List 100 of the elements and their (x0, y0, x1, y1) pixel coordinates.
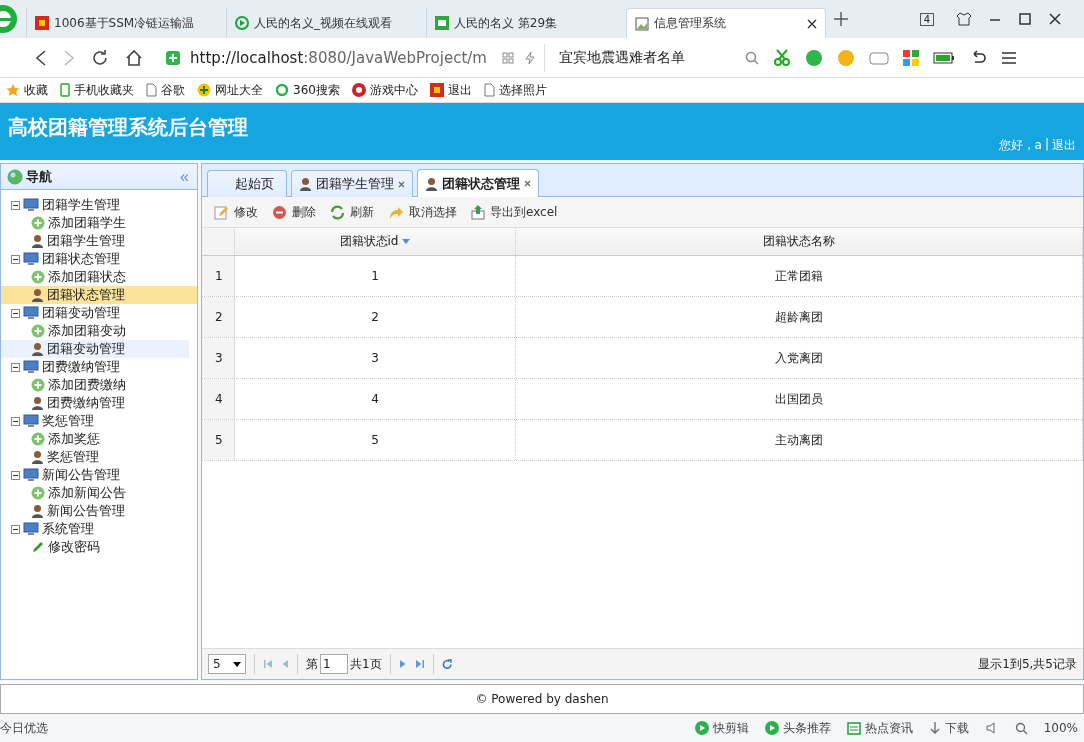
star-icon (6, 83, 20, 97)
news-icon (846, 721, 861, 735)
play-icon (694, 721, 709, 735)
tree-item[interactable]: 修改密码 (11, 538, 187, 556)
tree-group[interactable]: 团籍变动管理 (11, 304, 187, 322)
status-link[interactable]: 今日优选 (0, 719, 48, 737)
url-field[interactable]: http://localhost:8080/JavaWebProject/m (158, 43, 545, 72)
monitor-icon (23, 198, 39, 212)
toggle-icon[interactable] (11, 308, 20, 318)
monitor-icon (23, 306, 39, 320)
tree-item[interactable]: 团籍学生管理 (11, 232, 187, 250)
toolbar-button[interactable]: 取消选择 (384, 203, 461, 221)
tree-item[interactable]: 团籍变动管理 (1, 340, 189, 358)
apps-icon[interactable] (903, 49, 919, 66)
shirt-icon[interactable] (956, 11, 972, 27)
search-icon[interactable] (1014, 721, 1028, 735)
picture-icon (635, 16, 649, 31)
tree-item[interactable]: 添加团费缴纳 (11, 376, 187, 394)
toolbar-button[interactable]: 刷新 (326, 203, 378, 221)
close-icon[interactable] (807, 18, 817, 29)
bookmark[interactable]: 选择照片 (483, 81, 547, 99)
toolbar-button[interactable]: 导出到excel (467, 203, 562, 221)
bookmark[interactable]: 手机收藏夹 (60, 81, 134, 99)
tree-item[interactable]: 添加团籍变动 (11, 322, 187, 340)
row-number: 4 (202, 379, 235, 419)
new-tab-icon[interactable] (834, 12, 848, 26)
bookmark[interactable]: 网址大全 (197, 81, 263, 99)
toolbar-button[interactable]: 修改 (210, 203, 262, 221)
close-icon[interactable] (524, 180, 531, 187)
bookmark[interactable]: 游戏中心 (351, 81, 418, 99)
page-tab[interactable]: 起始页 (207, 170, 287, 197)
tree-group[interactable]: 团籍学生管理 (11, 196, 187, 214)
add-icon (31, 378, 45, 392)
add-icon (31, 270, 45, 284)
tree-item[interactable]: 添加奖惩 (11, 430, 187, 448)
tree-group[interactable]: 团费缴纳管理 (11, 358, 187, 376)
plus-icon (197, 83, 211, 97)
row-number: 5 (202, 420, 235, 460)
tree-group[interactable]: 奖惩管理 (11, 412, 187, 430)
page-size-select[interactable]: 5 (208, 654, 246, 674)
toggle-icon[interactable] (11, 470, 20, 480)
tree-group[interactable]: 团籍状态管理 (11, 250, 187, 268)
tree-item[interactable]: 团费缴纳管理 (11, 394, 187, 412)
battery-icon[interactable] (933, 51, 955, 64)
status-item[interactable]: 下载 (928, 719, 969, 737)
toggle-icon[interactable] (11, 200, 20, 210)
refresh-icon[interactable] (441, 658, 453, 670)
add-icon (31, 216, 45, 230)
monitor-icon (23, 252, 39, 266)
bookmark[interactable]: 收藏 (6, 81, 48, 99)
tree-item[interactable]: 添加团籍学生 (11, 214, 187, 232)
app-title: 高校团籍管理系统后台管理 (8, 114, 248, 141)
page-tab[interactable]: 团籍状态管理 (417, 169, 539, 197)
browser-tab[interactable]: 信息管理系统 (626, 8, 826, 38)
status-item[interactable]: 头条推荐 (764, 719, 831, 737)
tree-item[interactable]: 团籍状态管理 (1, 286, 197, 304)
zoom-level[interactable]: 100% (1043, 721, 1078, 735)
redo-arrow-icon (388, 204, 404, 220)
toggle-icon[interactable] (11, 362, 20, 372)
reload-icon[interactable] (90, 47, 110, 68)
toolbar-button[interactable]: 删除 (268, 203, 320, 221)
search-icon[interactable] (745, 50, 759, 65)
bookmark[interactable]: 360搜索 (275, 81, 340, 99)
toggle-icon[interactable] (11, 524, 20, 534)
search-field[interactable]: 宜宾地震遇难者名单 (559, 43, 759, 72)
bookmark[interactable]: 谷歌 (146, 81, 185, 99)
menu-icon[interactable] (1001, 50, 1017, 65)
last-page-icon[interactable] (414, 659, 425, 669)
maximize-icon[interactable] (1018, 12, 1032, 26)
monitor-icon (23, 468, 39, 482)
page-tab[interactable]: 团籍学生管理 (291, 170, 413, 197)
document-icon (146, 83, 157, 97)
gamepad-icon[interactable] (869, 49, 889, 66)
lightning-icon[interactable] (524, 50, 536, 65)
tree-item[interactable]: 新闻公告管理 (11, 502, 187, 520)
delete-icon (272, 204, 287, 220)
person-icon (425, 176, 438, 191)
tab-count[interactable]: 4 (919, 12, 934, 26)
tree-group[interactable]: 新闻公告管理 (11, 466, 187, 484)
scissors-icon[interactable] (773, 48, 791, 67)
close-icon[interactable] (1048, 12, 1062, 26)
status-item[interactable]: 热点资讯 (846, 719, 913, 737)
bookmark[interactable]: 退出 (429, 81, 472, 99)
next-page-icon[interactable] (398, 659, 407, 669)
back-icon[interactable] (34, 48, 48, 67)
page-number-field[interactable]: 1 (320, 654, 348, 674)
table-cell: 1 (235, 256, 516, 296)
column-header[interactable]: 团籍状态id (235, 228, 516, 255)
column-header[interactable]: 团籍状态名称 (516, 228, 1083, 255)
person-icon (31, 234, 44, 248)
toggle-icon[interactable] (11, 254, 20, 264)
tree-item[interactable]: 添加团籍状态 (11, 268, 187, 286)
greeting: 您好，a (998, 137, 1042, 154)
record-summary: 显示1到5,共5记录 (978, 655, 1077, 673)
tree-item[interactable]: 添加新闻公告 (11, 484, 187, 502)
tree-item[interactable]: 奖惩管理 (11, 448, 187, 466)
tree-group[interactable]: 系统管理 (11, 520, 187, 538)
status-item[interactable]: 快剪辑 (694, 719, 749, 737)
home-icon[interactable] (124, 47, 144, 68)
toggle-icon[interactable] (11, 416, 20, 426)
